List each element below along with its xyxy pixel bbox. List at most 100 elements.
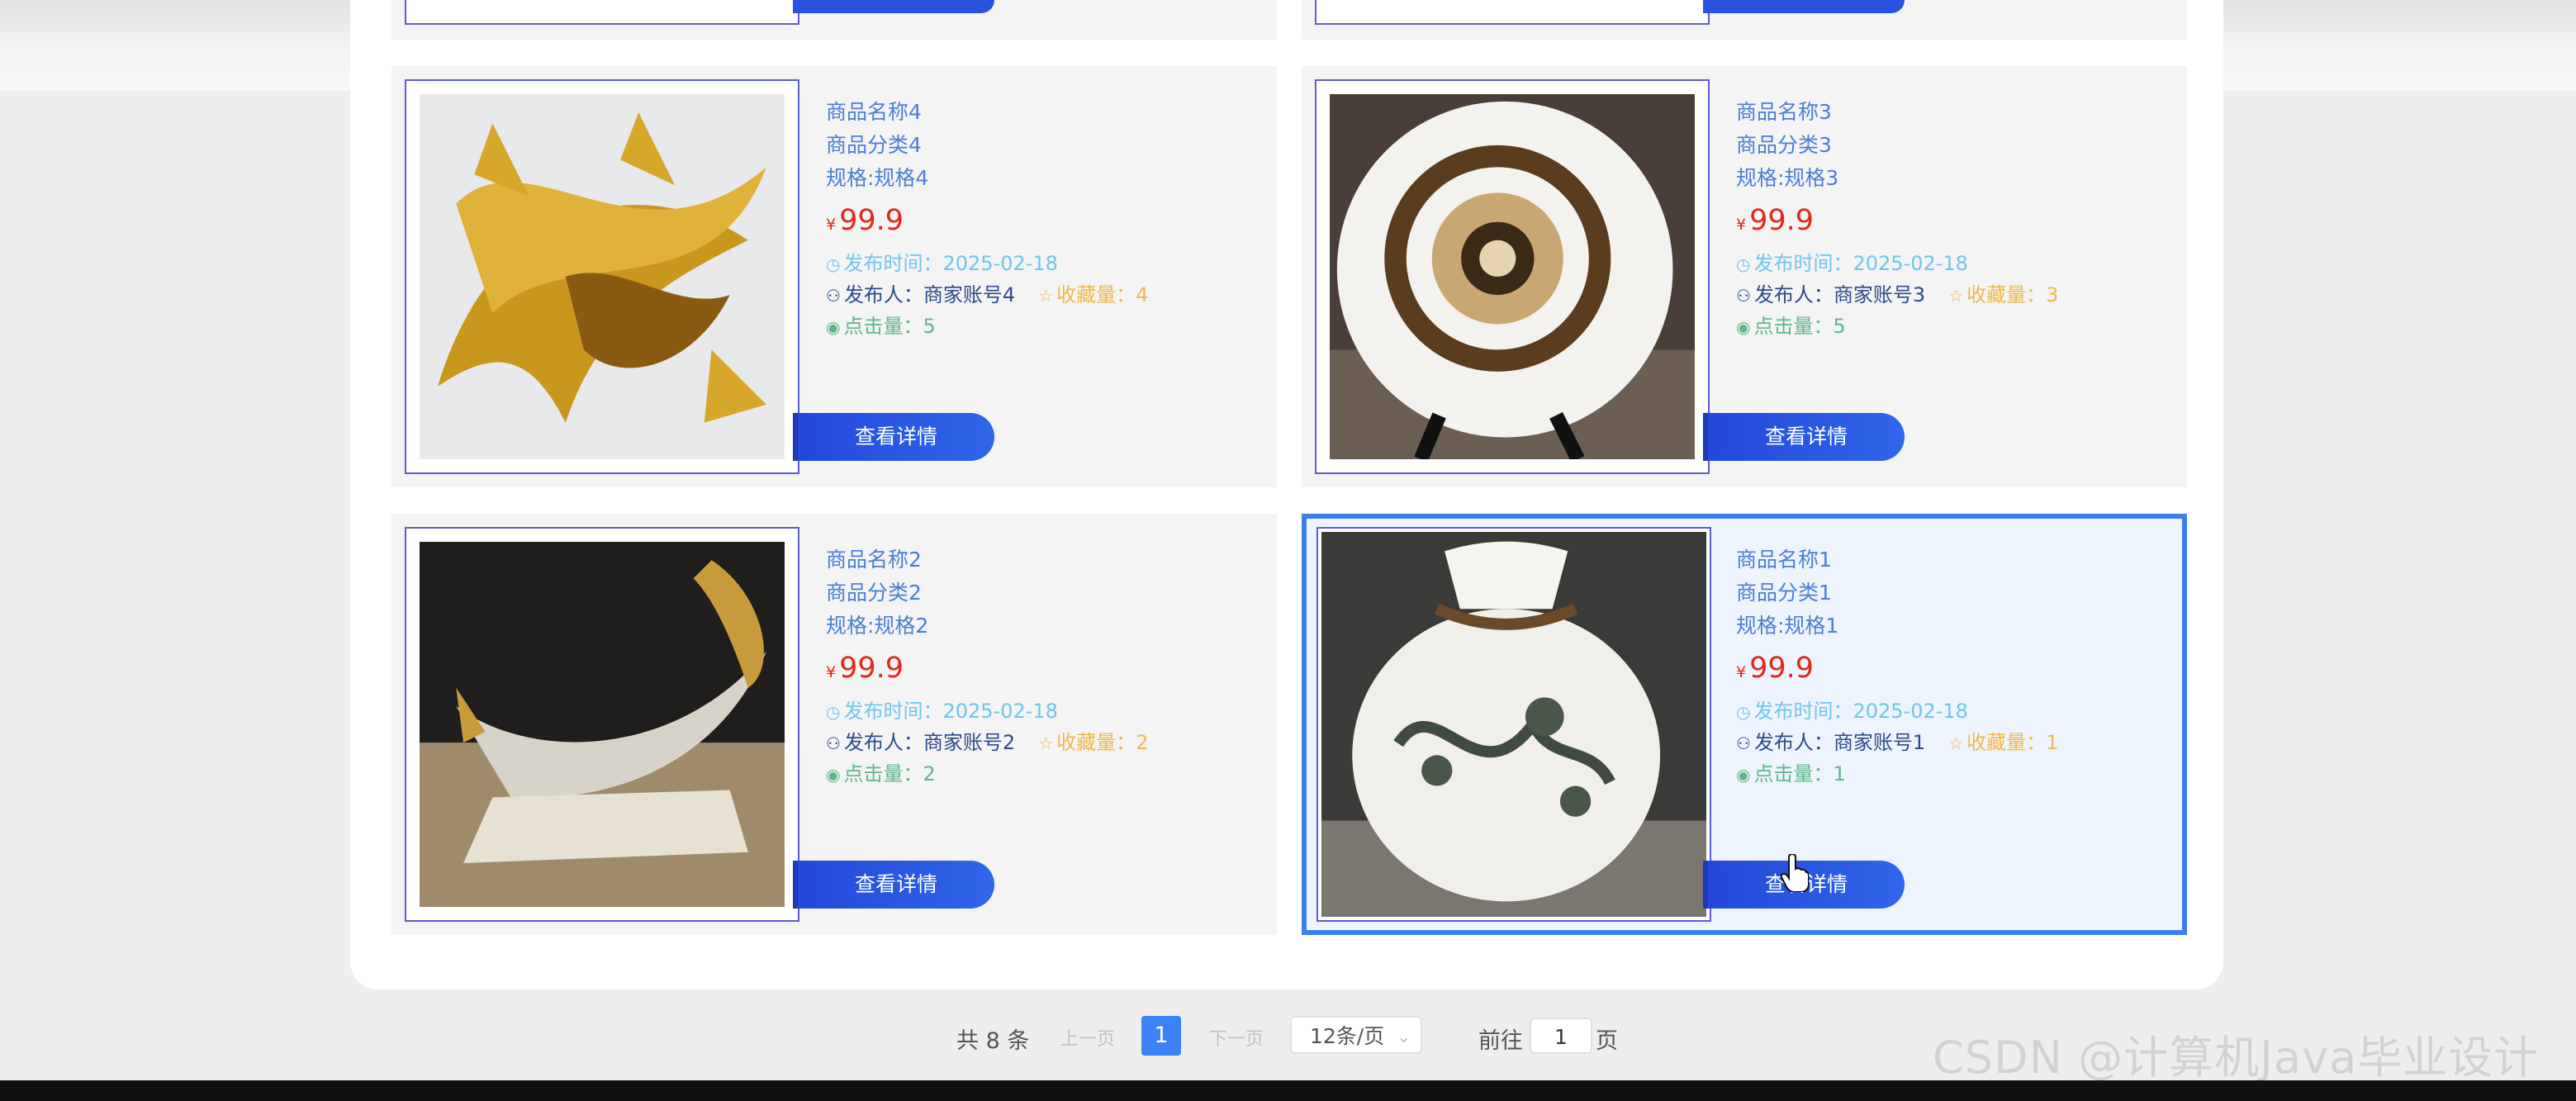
product-spec: 规格:规格4 <box>826 166 929 190</box>
star-icon: ☆ <box>1948 733 1964 753</box>
star-icon: ☆ <box>1038 733 1054 753</box>
product-spec: 规格:规格3 <box>1736 166 1839 190</box>
publish-time: ◷ 发布时间：2025-02-18 <box>826 695 1148 727</box>
product-image-frame <box>1315 0 1710 25</box>
favorite-value: 1 <box>2046 731 2059 754</box>
view-details-button[interactable]: 查看详情 <box>1703 413 1905 461</box>
product-image[interactable] <box>1316 527 1711 922</box>
page-number-current[interactable]: 1 <box>1141 1016 1181 1056</box>
publisher-value: 商家账号3 <box>1833 283 1926 306</box>
product-card[interactable]: 商品名称1 商品分类1 规格:规格1 ¥99.9 ◷ 发布时间：2025-02-1… <box>1302 514 2187 935</box>
favorite-count: ☆ 收藏量：1 <box>1948 731 2058 754</box>
user-icon: ⚇ <box>1736 733 1751 753</box>
detail-button-partial[interactable] <box>1703 0 1905 13</box>
goto-page-input[interactable]: 1 <box>1530 1018 1592 1054</box>
product-category: 商品分类1 <box>1736 581 1832 605</box>
product-price: ¥99.9 <box>826 646 1148 690</box>
product-name: 商品名称3 <box>1736 100 1832 124</box>
publish-time-value: 2025-02-18 <box>942 700 1058 723</box>
click-value: 5 <box>1833 315 1846 338</box>
product-spec: 规格:规格2 <box>826 614 929 638</box>
page-size-select[interactable]: 12条/页 ⌄ <box>1290 1016 1422 1054</box>
chevron-down-icon: ⌄ <box>1397 1027 1411 1046</box>
publish-time-value: 2025-02-18 <box>1853 252 1968 275</box>
favorite-label: 收藏量： <box>1056 283 1136 306</box>
product-category: 商品分类2 <box>826 581 922 605</box>
price-value: 99.9 <box>1749 204 1815 237</box>
publisher-row: ⚇ 发布人：商家账号2 ☆ 收藏量：2 <box>826 727 1148 758</box>
publisher-row: ⚇ 发布人：商家账号1 ☆ 收藏量：1 <box>1736 727 2058 758</box>
product-image[interactable] <box>405 79 799 474</box>
watermark: CSDN @计算机Java毕业设计 <box>1933 1032 2540 1084</box>
currency-symbol: ¥ <box>1736 663 1747 681</box>
user-icon: ⚇ <box>826 733 841 753</box>
pagination-total: 共 8 条 <box>956 1028 1030 1054</box>
publish-time: ◷ 发布时间：2025-02-18 <box>1736 695 2058 727</box>
publish-time-label: 发布时间： <box>843 700 943 723</box>
view-details-button[interactable]: 查看详情 <box>793 413 994 461</box>
click-count: ◉ 点击量：1 <box>1736 758 2058 790</box>
click-label: 点击量： <box>1753 315 1834 338</box>
product-price: ¥99.9 <box>1736 198 2058 243</box>
click-label: 点击量： <box>1753 762 1834 785</box>
publisher-label: 发布人： <box>843 731 923 754</box>
view-details-button[interactable]: 查看详情 <box>793 861 994 909</box>
click-count: ◉ 点击量：5 <box>1736 311 2058 342</box>
user-icon: ⚇ <box>826 286 841 306</box>
clock-icon: ◷ <box>826 254 841 274</box>
decorative-plate-icon <box>1330 94 1695 459</box>
click-count: ◉ 点击量：2 <box>826 758 1148 790</box>
currency-symbol: ¥ <box>1736 216 1747 234</box>
product-card-partial[interactable] <box>391 0 1277 40</box>
favorite-value: 2 <box>1136 731 1149 754</box>
clock-icon: ◷ <box>1736 702 1751 722</box>
click-value: 2 <box>923 762 936 785</box>
publish-time-label: 发布时间： <box>843 252 943 275</box>
product-image[interactable] <box>405 527 799 922</box>
product-price: ¥99.9 <box>1736 646 2058 690</box>
price-value: 99.9 <box>839 204 904 237</box>
favorite-value: 3 <box>2046 283 2059 306</box>
detail-button-partial[interactable] <box>793 0 994 13</box>
publish-time: ◷ 发布时间：2025-02-18 <box>1736 248 2058 279</box>
product-card[interactable]: 商品名称2 商品分类2 规格:规格2 ¥99.9 ◷ 发布时间：2025-02-1… <box>391 514 1277 935</box>
publish-time-value: 2025-02-18 <box>1853 700 1968 723</box>
publisher-row: ⚇ 发布人：商家账号4 ☆ 收藏量：4 <box>826 279 1148 311</box>
hand-cursor-icon <box>1781 854 1809 892</box>
porcelain-vase-icon <box>1321 532 1706 917</box>
publish-time: ◷ 发布时间：2025-02-18 <box>826 248 1148 279</box>
click-count: ◉ 点击量：5 <box>826 311 1148 342</box>
price-value: 99.9 <box>839 652 904 685</box>
favorite-label: 收藏量： <box>1966 731 2047 754</box>
gold-dragon-sculpture-icon <box>420 94 785 459</box>
favorite-count: ☆ 收藏量：3 <box>1948 283 2058 306</box>
product-category: 商品分类3 <box>1736 133 1832 157</box>
product-image[interactable] <box>1315 79 1710 474</box>
favorite-value: 4 <box>1136 283 1149 306</box>
product-card[interactable]: 商品名称4 商品分类4 规格:规格4 ¥99.9 ◷ 发布时间：2025-02-1… <box>391 66 1277 487</box>
publish-time-label: 发布时间： <box>1753 252 1853 275</box>
click-label: 点击量： <box>843 315 923 338</box>
page-label: 页 <box>1596 1028 1618 1054</box>
click-value: 5 <box>923 315 936 338</box>
product-info: 商品名称1 商品分类1 规格:规格1 ¥99.9 ◷ 发布时间：2025-02-1… <box>1736 543 2058 790</box>
publish-time-label: 发布时间： <box>1753 700 1853 723</box>
click-label: 点击量： <box>843 762 923 785</box>
goto-label: 前往 <box>1478 1028 1523 1054</box>
clock-icon: ◷ <box>1736 254 1751 274</box>
product-name: 商品名称2 <box>826 548 922 572</box>
clock-icon: ◷ <box>826 702 841 722</box>
next-page-button[interactable]: 下一页 <box>1209 1024 1264 1051</box>
product-image-frame <box>405 0 799 25</box>
publisher-value: 商家账号4 <box>923 283 1016 306</box>
product-price: ¥99.9 <box>826 198 1148 243</box>
crystal-boat-icon <box>420 542 785 907</box>
favorite-count: ☆ 收藏量：2 <box>1038 731 1148 754</box>
currency-symbol: ¥ <box>826 216 837 234</box>
product-info: 商品名称4 商品分类4 规格:规格4 ¥99.9 ◷ 发布时间：2025-02-1… <box>826 96 1148 342</box>
product-card[interactable]: 商品名称3 商品分类3 规格:规格3 ¥99.9 ◷ 发布时间：2025-02-1… <box>1302 66 2187 487</box>
product-card-partial[interactable] <box>1302 0 2187 40</box>
publisher-label: 发布人： <box>843 283 923 306</box>
product-info: 商品名称3 商品分类3 规格:规格3 ¥99.9 ◷ 发布时间：2025-02-1… <box>1736 96 2058 342</box>
prev-page-button[interactable]: 上一页 <box>1060 1024 1115 1051</box>
